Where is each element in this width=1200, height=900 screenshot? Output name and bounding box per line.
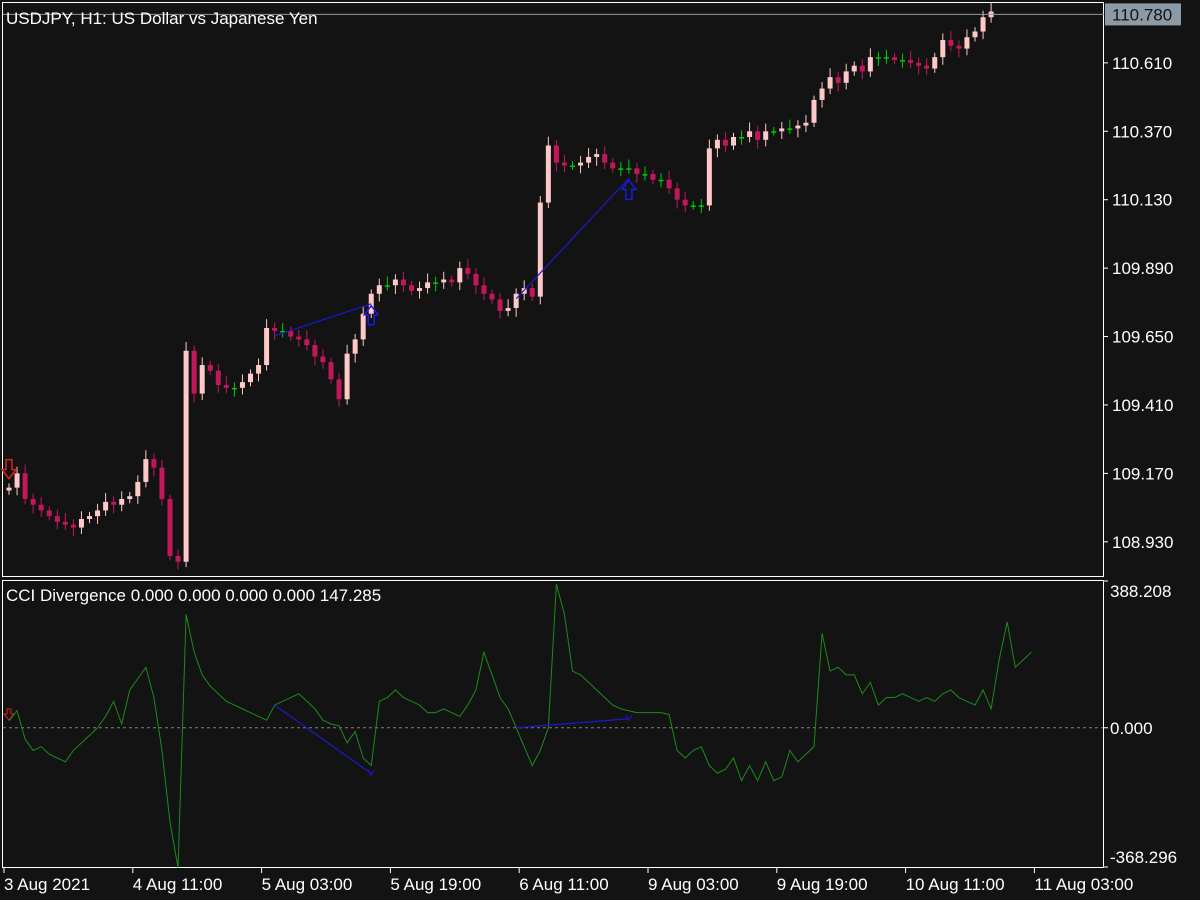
time-tick-label: 11 Aug 03:00 (1034, 875, 1133, 894)
price-tick-label: 110.130 (1112, 191, 1172, 210)
price-tick-label: 109.170 (1112, 464, 1173, 483)
price-tick-label: 109.410 (1112, 396, 1173, 415)
candle (344, 344, 350, 405)
cci-tick-label: -368.296 (1110, 848, 1177, 867)
price-tick-label: 110.370 (1112, 122, 1172, 141)
candle (545, 136, 551, 208)
candle (811, 95, 817, 128)
cci-tick-label: 388.208 (1110, 582, 1171, 601)
time-tick-label: 5 Aug 19:00 (390, 875, 481, 894)
time-tick-label: 3 Aug 2021 (4, 875, 90, 894)
time-tick-label: 6 Aug 11:00 (519, 875, 609, 894)
time-tick-label: 4 Aug 11:00 (133, 875, 223, 894)
time-tick-label: 9 Aug 19:00 (777, 875, 868, 894)
current-price-label: 110.780 (1112, 5, 1172, 24)
time-tick-label: 9 Aug 03:00 (648, 875, 739, 894)
price-tick-label: 109.890 (1112, 259, 1173, 278)
chart-canvas: 110.610 110.370 110.130 109.890 109.650 109.4… (0, 0, 1200, 900)
price-tick-label: 109.650 (1112, 328, 1173, 347)
indicator-title: CCI Divergence 0.000 0.000 0.000 0.000 1… (6, 586, 381, 605)
candle (706, 139, 712, 211)
price-tick-label: 110.610 (1112, 54, 1172, 73)
candle (537, 195, 543, 305)
candle (167, 494, 173, 561)
price-tick-label: 108.930 (1112, 533, 1173, 552)
time-tick-label: 5 Aug 03:00 (262, 875, 353, 894)
candle (183, 341, 189, 568)
cci-tick-label: 0.000 (1110, 719, 1153, 738)
chart-title: USDJPY, H1: US Dollar vs Japanese Yen (6, 9, 318, 28)
time-tick-label: 10 Aug 11:00 (906, 875, 1005, 894)
